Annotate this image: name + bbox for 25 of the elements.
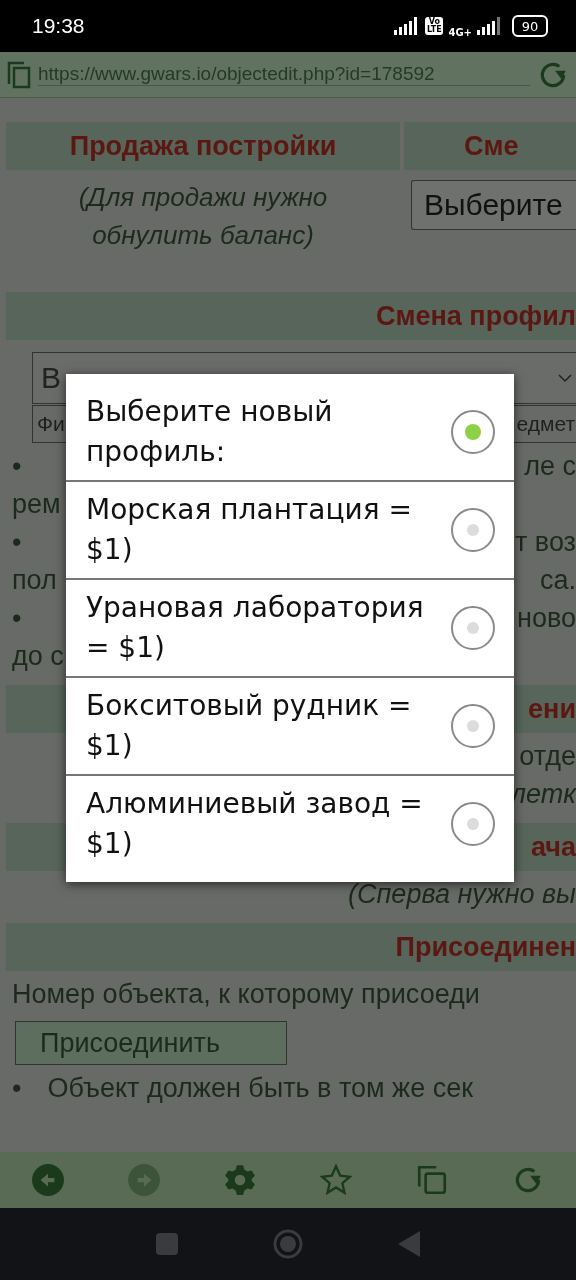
section-header: Присоединен — [6, 923, 576, 971]
bullet: • — [12, 602, 22, 634]
section-header: Продажа постройки — [6, 122, 400, 170]
text-fragment: рем — [12, 488, 61, 520]
text-fragment: ле с — [524, 450, 576, 482]
battery-indicator: 90 — [512, 15, 548, 37]
network-label: 4G+ — [448, 26, 472, 38]
section-header: Сме — [404, 122, 576, 170]
placeholder-text: Фи — [37, 412, 65, 436]
note-text: (Для продажи нужно обнулить баланс) — [77, 181, 329, 252]
placeholder-text: едмет — [516, 412, 575, 436]
bullet: • — [12, 526, 22, 558]
text-fragment: пол — [12, 564, 57, 596]
section-header: Смена профил — [6, 292, 576, 340]
clock: 19:38 — [32, 14, 85, 38]
volte-badge: Vo LTE — [425, 17, 444, 35]
text-fragment: са. — [539, 564, 576, 596]
bullet: • — [12, 450, 22, 482]
text-fragment: до с — [12, 640, 64, 672]
text-fragment: отде — [519, 740, 576, 772]
text-fragment: ново — [517, 602, 576, 634]
text-fragment: Номер объекта, к которому присоеди — [12, 978, 480, 1010]
text-fragment: т воз — [515, 526, 576, 558]
text-fragment: Объект должен быть в том же сек — [47, 1072, 474, 1104]
bullet: • — [12, 1072, 22, 1104]
